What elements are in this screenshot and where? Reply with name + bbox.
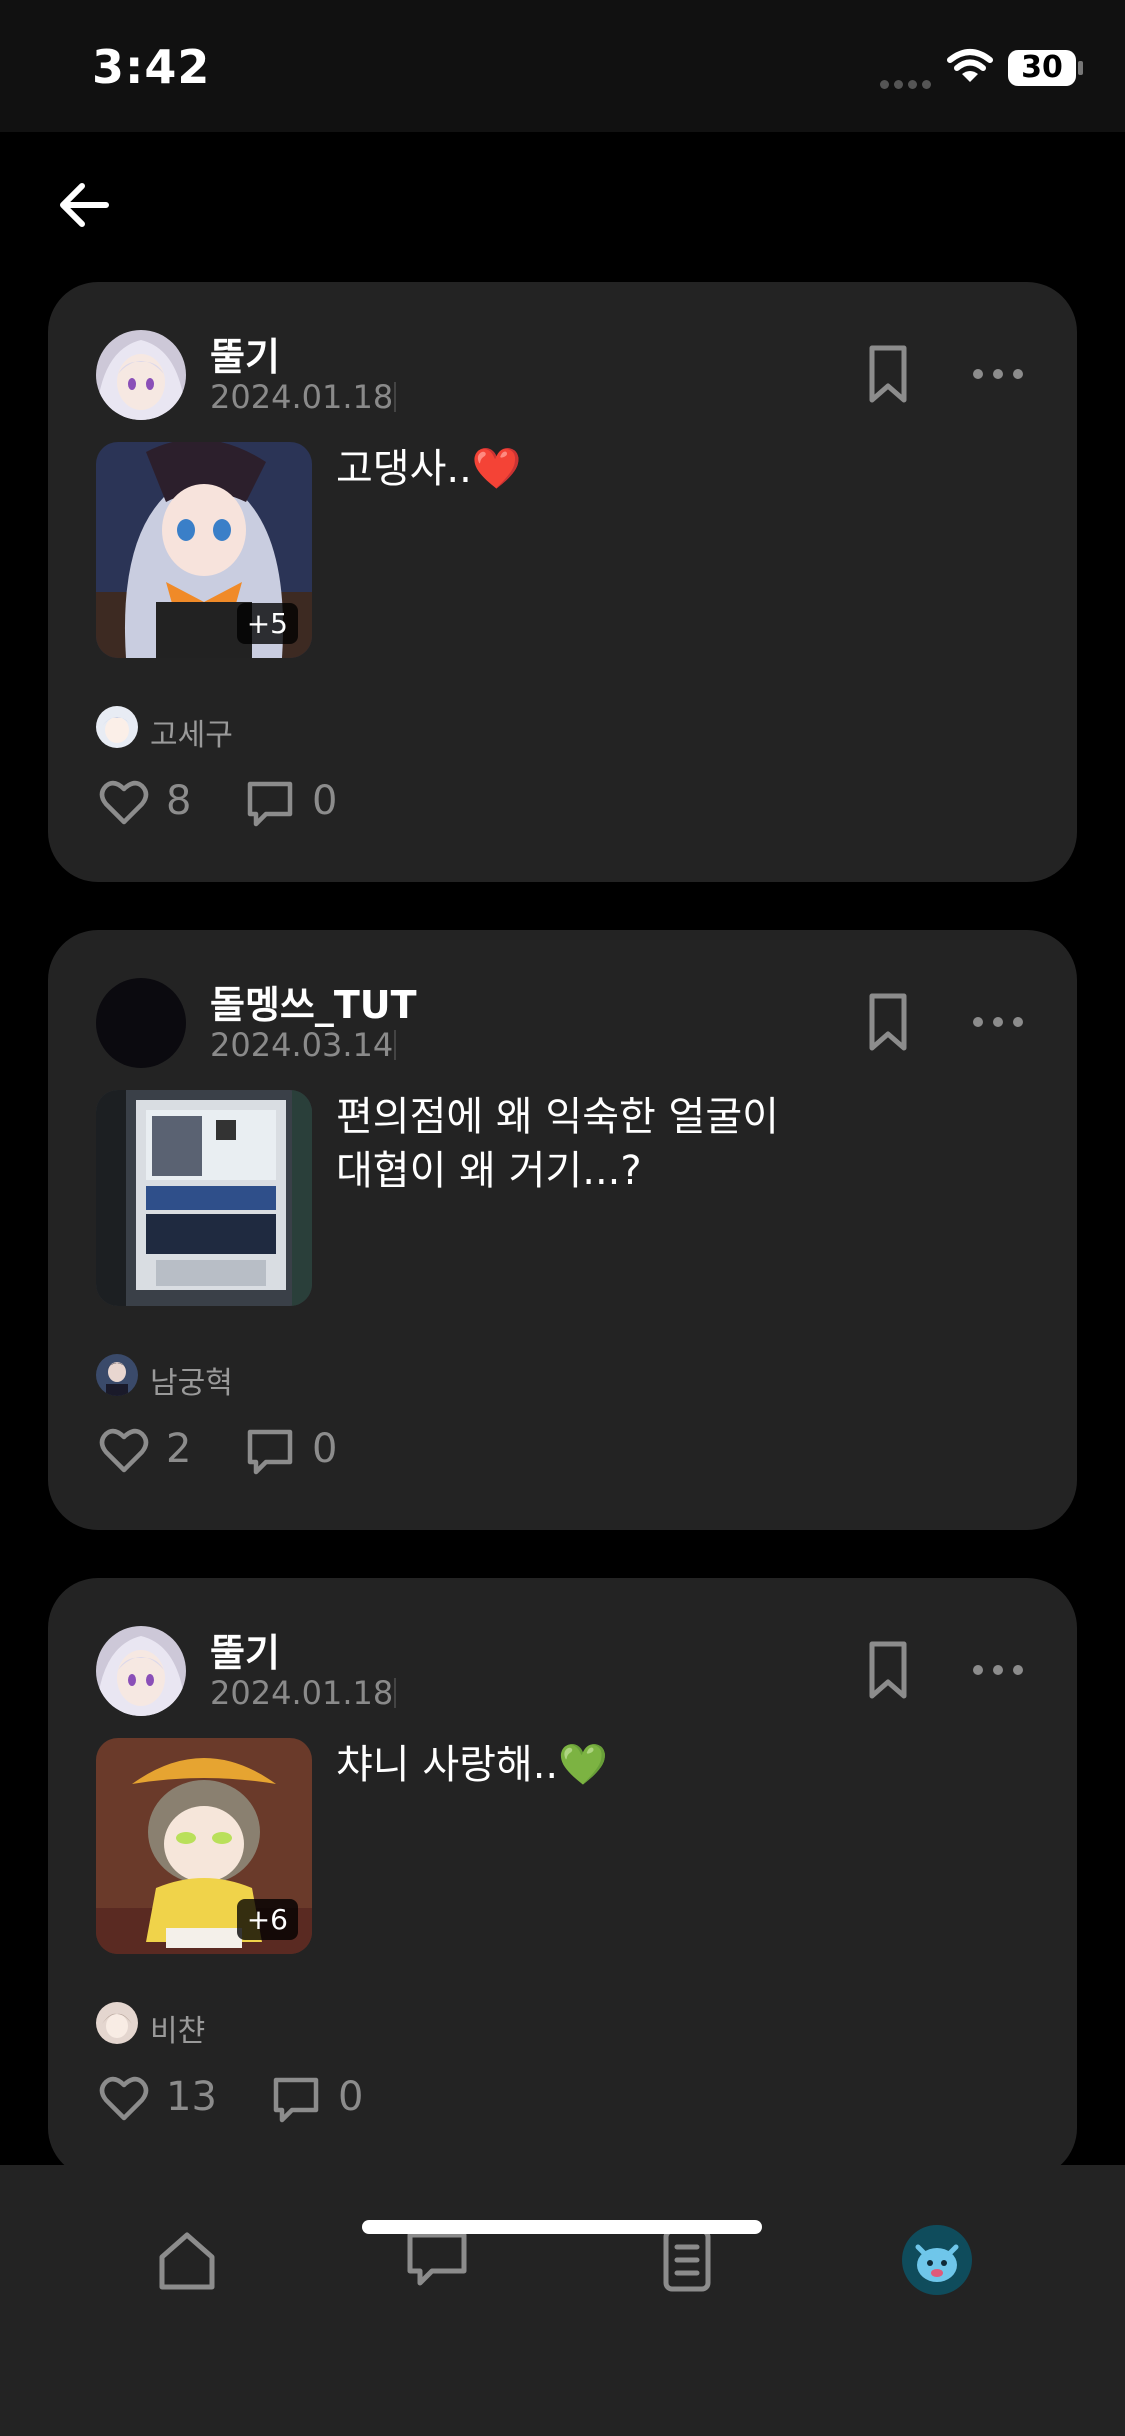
cellular-signal-icon	[880, 74, 936, 93]
battery-indicator: 30	[1008, 50, 1076, 86]
status-bar: 3:42 30	[0, 0, 1125, 132]
author-avatar[interactable]	[96, 330, 186, 420]
home-indicator	[362, 2220, 762, 2234]
post-text: 챠니 사랑해..💚	[336, 1742, 608, 1788]
document-icon[interactable]	[652, 2225, 722, 2295]
author-name[interactable]: 뚤기	[210, 1622, 280, 1677]
more-icon[interactable]	[970, 1662, 1026, 1678]
like-count: 2	[166, 1426, 192, 1472]
post-text: 고댕사..❤️	[336, 446, 522, 492]
post-card[interactable]: 뚤기 2024.01.18 +5 고댕사..❤️ 고세구 8 0	[48, 282, 1077, 882]
post-date: 2024.03.14	[210, 1026, 394, 1064]
bookmark-icon[interactable]	[860, 990, 916, 1054]
more-images-count: +6	[236, 1899, 298, 1940]
bookmark-icon[interactable]	[860, 1638, 916, 1702]
bookmark-icon[interactable]	[860, 342, 916, 406]
comment-icon[interactable]	[244, 1426, 296, 1478]
chat-icon[interactable]	[402, 2225, 472, 2295]
post-card[interactable]: 돌멩쓰_TUT 2024.03.14 편의점에 왜 익숙한 얼굴이 대협이 왜 …	[48, 930, 1077, 1530]
more-icon[interactable]	[970, 1014, 1026, 1030]
heart-icon[interactable]	[98, 778, 150, 826]
like-count: 8	[166, 778, 192, 824]
post-image[interactable]: +5	[96, 442, 312, 658]
comment-count: 0	[312, 778, 338, 824]
more-images-count: +5	[236, 603, 298, 644]
post-date: 2024.01.18	[210, 378, 394, 416]
like-count: 13	[166, 2074, 217, 2120]
post-text: 편의점에 왜 익숙한 얼굴이 대협이 왜 거기...?	[336, 1094, 779, 1194]
author-name[interactable]: 뚤기	[210, 326, 280, 381]
heart-icon[interactable]	[98, 2074, 150, 2122]
divider	[394, 1678, 396, 1708]
divider	[394, 1030, 396, 1060]
post-image[interactable]	[96, 1090, 312, 1306]
wifi-icon	[947, 49, 993, 82]
tagged-user-name: 비챤	[150, 2014, 206, 2049]
bottom-tab-bar	[0, 2165, 1125, 2436]
author-avatar[interactable]	[96, 978, 186, 1068]
comment-icon[interactable]	[270, 2074, 322, 2126]
author-avatar[interactable]	[96, 1626, 186, 1716]
tagged-user-avatar	[96, 706, 138, 748]
comment-count: 0	[338, 2074, 364, 2120]
home-icon[interactable]	[152, 2225, 222, 2295]
post-date: 2024.01.18	[210, 1674, 394, 1712]
back-arrow-icon[interactable]	[52, 172, 118, 238]
tagged-user-avatar	[96, 1354, 138, 1396]
author-name[interactable]: 돌멩쓰_TUT	[210, 974, 417, 1029]
battery-cap	[1078, 61, 1083, 75]
divider	[394, 382, 396, 412]
post-card[interactable]: 뚤기 2024.01.18 +6 챠니 사랑해..💚 비챤 13 0	[48, 1578, 1077, 2178]
heart-icon[interactable]	[98, 1426, 150, 1474]
comment-count: 0	[312, 1426, 338, 1472]
comment-icon[interactable]	[244, 778, 296, 830]
tagged-user-name: 고세구	[150, 718, 233, 753]
tagged-user-avatar	[96, 2002, 138, 2044]
tagged-user-name: 남궁혁	[150, 1366, 233, 1401]
status-time: 3:42	[92, 40, 211, 94]
post-image[interactable]: +6	[96, 1738, 312, 1954]
more-icon[interactable]	[970, 366, 1026, 382]
profile-avatar[interactable]	[902, 2225, 972, 2295]
